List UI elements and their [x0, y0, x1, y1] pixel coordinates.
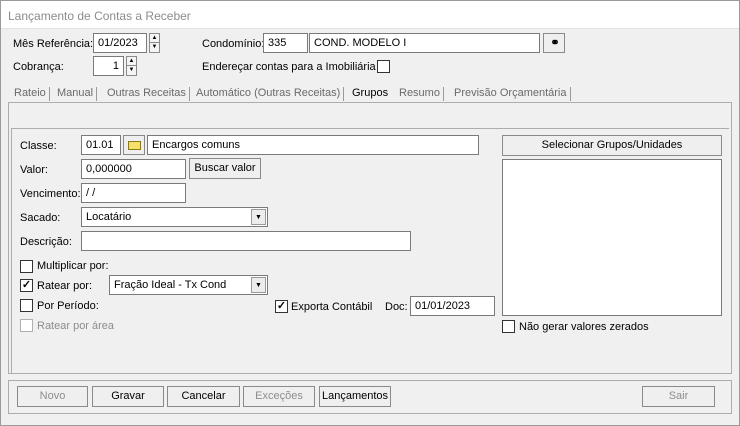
grupos-list[interactable]: [502, 159, 722, 316]
selecionar-grupos-button[interactable]: Selecionar Grupos/Unidades: [502, 135, 722, 156]
valor-label: Valor:: [20, 164, 48, 176]
condominio-label: Condomínio:: [202, 38, 265, 50]
classe-browse-button[interactable]: [123, 135, 145, 155]
vencimento-label: Vencimento:: [20, 188, 81, 200]
doc-label: Doc:: [385, 301, 408, 313]
mes-referencia-field[interactable]: 01/2023: [93, 33, 147, 53]
exporta-contabil-label: Exporta Contábil: [291, 301, 373, 313]
vencimento-field[interactable]: / /: [81, 183, 186, 203]
window: Lançamento de Contas a Receber Mês Refer…: [0, 0, 740, 426]
buscar-valor-button[interactable]: Buscar valor: [189, 158, 261, 179]
window-title: Lançamento de Contas a Receber: [8, 9, 191, 23]
nao-gerar-label: Não gerar valores zerados: [519, 321, 649, 333]
check-icon: ✓: [21, 279, 32, 291]
descricao-field[interactable]: [81, 231, 411, 251]
chevron-down-icon[interactable]: ▼: [251, 209, 266, 225]
condominio-name-field[interactable]: COND. MODELO I: [309, 33, 540, 53]
novo-button[interactable]: Novo: [17, 386, 88, 407]
ratear-area-checkbox[interactable]: [20, 319, 33, 332]
gravar-button[interactable]: Gravar: [92, 386, 164, 407]
tab-manual[interactable]: Manual: [57, 85, 98, 103]
condominio-code-field[interactable]: 335: [263, 33, 308, 53]
nao-gerar-checkbox[interactable]: [502, 320, 515, 333]
ratear-area-label: Ratear por área: [37, 320, 115, 332]
spin-down-icon[interactable]: ▼: [127, 66, 136, 75]
multiplicar-label: Multiplicar por:: [37, 260, 109, 272]
exporta-contabil-checkbox[interactable]: ✓: [275, 300, 288, 313]
mes-referencia-label: Mês Referência:: [13, 38, 94, 50]
lancamentos-button[interactable]: Lançamentos: [319, 386, 391, 407]
tab-resumo[interactable]: Resumo: [399, 85, 444, 103]
valor-field[interactable]: 0,000000: [81, 159, 186, 179]
sacado-label: Sacado:: [20, 212, 61, 224]
tab-previsao-orcamentaria[interactable]: Previsão Orçamentária: [454, 85, 571, 103]
spin-up-icon[interactable]: ▲: [127, 57, 136, 66]
search-condominio-button[interactable]: ⚭: [543, 33, 565, 53]
sacado-select[interactable]: Locatário: [81, 207, 268, 227]
periodo-checkbox[interactable]: [20, 299, 33, 312]
ratear-checkbox[interactable]: ✓: [20, 279, 33, 292]
multiplicar-checkbox[interactable]: [20, 260, 33, 273]
tab-rateio[interactable]: Rateio: [14, 85, 50, 103]
sair-button[interactable]: Sair: [642, 386, 715, 407]
ratear-select[interactable]: Fração Ideal - Tx Cond: [109, 275, 268, 295]
mes-referencia-spinner[interactable]: ▲ ▼: [149, 33, 160, 53]
spin-up-icon[interactable]: ▲: [150, 34, 159, 43]
periodo-label: Por Período:: [37, 300, 99, 312]
tab-outras-receitas[interactable]: Outras Receitas: [107, 85, 190, 103]
classe-code-field[interactable]: 01.01: [81, 135, 121, 155]
check-icon: ✓: [276, 300, 287, 312]
cobranca-field[interactable]: 1: [93, 56, 124, 76]
binoculars-icon: ⚭: [550, 37, 559, 49]
spin-down-icon[interactable]: ▼: [150, 43, 159, 52]
chevron-down-icon[interactable]: ▼: [251, 277, 266, 293]
cobranca-label: Cobrança:: [13, 61, 64, 73]
cancelar-button[interactable]: Cancelar: [167, 386, 240, 407]
excecoes-button[interactable]: Exceções: [243, 386, 315, 407]
folder-icon: [127, 140, 141, 150]
title-bar: Lançamento de Contas a Receber: [1, 1, 739, 29]
enderecar-checkbox[interactable]: [377, 60, 390, 73]
classe-label: Classe:: [20, 140, 57, 152]
ratear-label: Ratear por:: [37, 280, 93, 292]
tab-automatico[interactable]: Automático (Outras Receitas): [196, 85, 345, 103]
enderecar-label: Endereçar contas para a Imobiliária: [202, 61, 376, 73]
descricao-label: Descrição:: [20, 236, 72, 248]
cobranca-spinner[interactable]: ▲ ▼: [126, 56, 137, 76]
tab-grupos[interactable]: Grupos: [352, 85, 388, 103]
doc-field[interactable]: 01/01/2023: [410, 296, 495, 316]
classe-desc-field[interactable]: Encargos comuns: [147, 135, 479, 155]
